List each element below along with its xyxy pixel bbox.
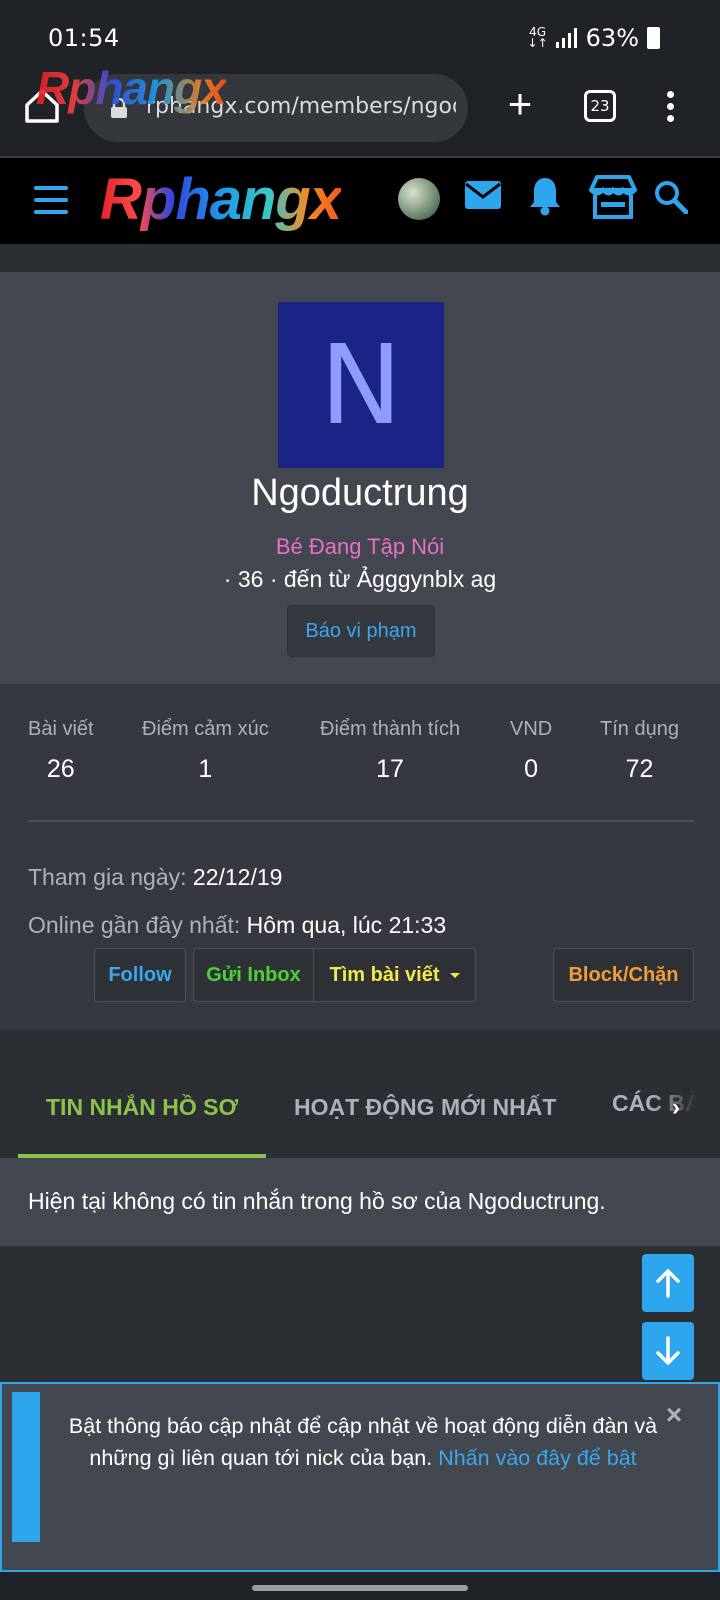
home-gesture-handle[interactable] <box>252 1585 468 1591</box>
follow-button[interactable]: Follow <box>94 948 186 1002</box>
profile-username: Ngoductrung <box>251 472 469 514</box>
notification-bell-icon[interactable] <box>528 176 562 216</box>
signal-icon <box>555 28 577 48</box>
screen: 01:54 4G ↓↑ 63% rphangx.com/members/ngo … <box>0 0 720 1600</box>
tab-profile-posts[interactable]: TIN NHẮN HỒ SƠ <box>46 1094 238 1121</box>
network-arrows: ↓↑ <box>527 36 548 50</box>
stat-value: 26 <box>46 755 75 783</box>
profile-tabs: TIN NHẮN HỒ SƠ HOẠT ĐỘNG MỚI NHẤT CÁC BÀ… <box>0 1042 720 1158</box>
new-tab-icon[interactable]: + <box>500 83 540 126</box>
send-inbox-button[interactable]: Gửi Inbox <box>193 948 314 1002</box>
tab-postings[interactable]: CÁC BÀI VIẾT <box>612 1090 712 1130</box>
last-online: Online gần đây nhất: Hôm qua, lúc 21:33 <box>28 912 446 939</box>
close-icon[interactable]: × <box>662 1400 686 1430</box>
stat-label: Bài viết <box>28 718 94 740</box>
system-nav-bar <box>0 1572 720 1600</box>
profile-avatar[interactable]: N <box>278 302 444 468</box>
stat-label: Tín dụng <box>600 718 679 740</box>
battery-icon <box>647 27 660 49</box>
stat-credit: Tín dụng 72 <box>600 718 679 784</box>
tab-latest-activity[interactable]: HOẠT ĐỘNG MỚI NHẤT <box>294 1094 556 1121</box>
inbox-mail-icon[interactable] <box>464 180 502 210</box>
site-header: Rphangx <box>0 158 720 244</box>
stat-value: 1 <box>198 755 213 783</box>
more-options-icon[interactable] <box>660 88 680 128</box>
stat-value: 17 <box>376 755 404 783</box>
stat-reactions[interactable]: Điểm cảm xúc 1 <box>142 718 269 784</box>
stat-label: Điểm thành tích <box>320 718 461 740</box>
profile-messages-empty: Hiện tại không có tin nhắn trong hồ sơ c… <box>0 1158 720 1246</box>
stat-value: 72 <box>625 755 654 783</box>
content-area <box>0 1246 720 1352</box>
stat-label: Điểm cảm xúc <box>142 718 269 740</box>
scroll-bottom-button[interactable] <box>642 1322 694 1380</box>
lock-icon <box>111 98 127 118</box>
banner-text: Bật thông báo cập nhật để cập nhật về ho… <box>66 1410 660 1474</box>
user-avatar[interactable] <box>398 178 440 220</box>
enable-notifications-link[interactable]: Nhấn vào đây để bật <box>438 1446 636 1470</box>
tab-switcher-button[interactable]: 23 <box>584 90 616 122</box>
find-posts-label: Tìm bài viết <box>329 964 440 986</box>
online-label: Online gần đây nhất: <box>28 912 241 938</box>
empty-message-text: Hiện tại không có tin nhắn trong hồ sơ c… <box>28 1188 606 1214</box>
stat-achievements[interactable]: Điểm thành tích 17 <box>320 718 460 784</box>
joined-date: Tham gia ngày: 22/12/19 <box>28 864 282 891</box>
arrow-down-icon <box>656 1336 680 1365</box>
divider <box>28 820 694 822</box>
hamburger-menu-icon[interactable] <box>34 186 68 214</box>
joined-value: 22/12/19 <box>192 864 283 890</box>
search-icon[interactable] <box>654 180 688 214</box>
report-button[interactable]: Báo vi phạm <box>287 605 435 657</box>
status-right: 4G ↓↑ 63% <box>528 24 660 52</box>
site-logo[interactable]: Rphangx <box>100 164 342 236</box>
chevron-right-icon[interactable]: › <box>672 1094 680 1122</box>
banner-accent-stripe <box>12 1392 40 1542</box>
profile-card: N Ngoductrung Bé Đang Tập Nói · 36 · đến… <box>0 272 720 684</box>
scroll-top-button[interactable] <box>642 1254 694 1312</box>
profile-stats-panel: Bài viết 26 Điểm cảm xúc 1 Điểm thành tí… <box>0 684 720 1030</box>
stat-value: 0 <box>524 755 539 783</box>
user-title: Bé Đang Tập Nói <box>275 534 445 559</box>
user-location: · 36 · đến từ Ảgggynblx ag <box>223 566 497 592</box>
arrow-up-icon <box>656 1269 680 1298</box>
stat-vnd: VND 0 <box>510 718 552 784</box>
address-bar[interactable]: rphangx.com/members/ngoduc <box>84 74 468 142</box>
home-icon[interactable] <box>22 86 62 126</box>
push-notification-banner: Bật thông báo cập nhật để cập nhật về ho… <box>0 1382 720 1572</box>
stat-label: VND <box>510 718 553 740</box>
url-text[interactable]: rphangx.com/members/ngoduc <box>146 94 456 119</box>
stat-posts[interactable]: Bài viết 26 <box>28 718 94 784</box>
block-button[interactable]: Block/Chặn <box>553 948 694 1002</box>
status-time: 01:54 <box>48 24 120 52</box>
store-icon[interactable] <box>588 174 638 220</box>
find-posts-dropdown[interactable]: Tìm bài viết <box>313 948 476 1002</box>
online-value: Hôm qua, lúc 21:33 <box>246 912 447 938</box>
browser-toolbar: rphangx.com/members/ngoduc Rphangx + 23 <box>0 62 720 158</box>
chevron-down-icon <box>449 973 460 979</box>
joined-label: Tham gia ngày: <box>28 864 187 890</box>
battery-percent: 63% <box>585 24 639 52</box>
section-gap <box>0 1030 720 1042</box>
status-bar: 01:54 4G ↓↑ 63% <box>0 0 720 66</box>
network-type-icon: 4G ↓↑ <box>527 26 548 50</box>
